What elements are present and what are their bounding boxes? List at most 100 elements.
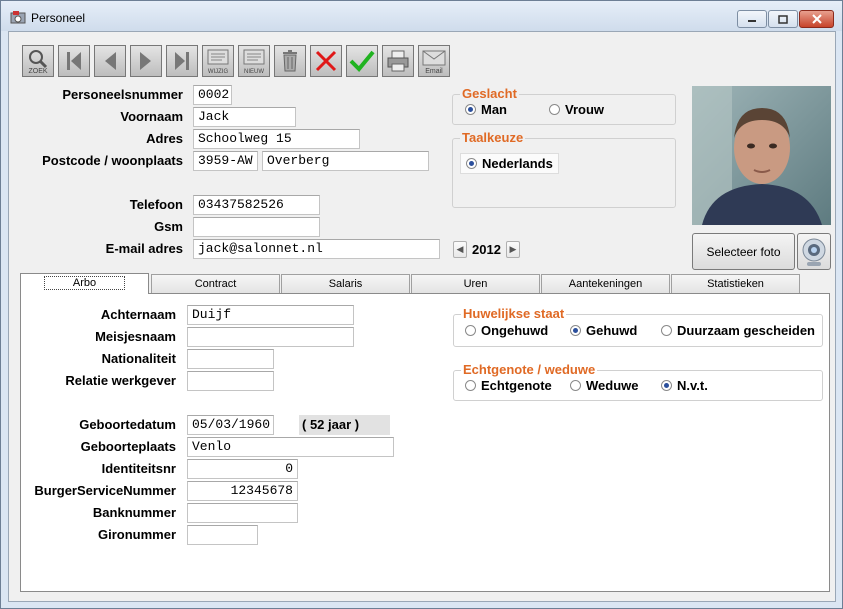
adres-label: Adres: [146, 131, 183, 146]
maximize-icon: [778, 14, 788, 24]
personeel-window: Personeel ZOEK WIJZIG NIEUW Email Person…: [0, 0, 843, 609]
wijzig-label: WIJZIG: [208, 69, 229, 75]
new-button[interactable]: NIEUW: [238, 45, 270, 77]
radio-ongehuwd-label: Ongehuwd: [481, 323, 549, 338]
client-area: ZOEK WIJZIG NIEUW Email Personeelsnummer…: [8, 31, 836, 602]
first-record-button[interactable]: [58, 45, 90, 77]
last-icon: [175, 52, 189, 70]
tab-arbo[interactable]: Arbo: [20, 273, 149, 294]
geboorteplaats-label: Geboorteplaats: [80, 439, 176, 454]
radio-man[interactable]: Man: [465, 102, 507, 117]
gironummer-label: Gironummer: [97, 527, 176, 542]
previous-record-button[interactable]: [94, 45, 126, 77]
radio-dot: [549, 104, 560, 115]
woonplaats-field[interactable]: Overberg: [262, 151, 429, 171]
checkmark-icon: [349, 50, 375, 72]
identiteitsnr-label: Identiteitsnr: [101, 461, 176, 476]
cancel-button[interactable]: [310, 45, 342, 77]
geslacht-title: Geslacht: [460, 86, 519, 101]
tab-arbo-label: Arbo: [43, 276, 126, 290]
year-next-button[interactable]: ▶: [506, 241, 520, 258]
radio-dot: [661, 380, 672, 391]
tab-statistieken[interactable]: Statistieken: [671, 274, 800, 293]
nationaliteit-label: Nationaliteit: [101, 351, 176, 366]
radio-gehuwd[interactable]: Gehuwd: [570, 323, 637, 338]
email-button[interactable]: Email: [418, 45, 450, 77]
new-icon: NIEUW: [243, 49, 265, 75]
email-field[interactable]: jack@salonnet.nl: [193, 239, 440, 259]
geboorteplaats-field[interactable]: Venlo: [187, 437, 394, 457]
radio-echtgenote-label: Echtgenote: [481, 378, 552, 393]
personeelsnummer-field[interactable]: 0002: [193, 85, 232, 105]
tab-contract[interactable]: Contract: [151, 274, 280, 293]
radio-nederlands[interactable]: Nederlands: [460, 153, 559, 174]
edit-icon: WIJZIG: [207, 49, 229, 75]
gsm-field[interactable]: [193, 217, 320, 237]
radio-nvt-label: N.v.t.: [677, 378, 708, 393]
last-record-button[interactable]: [166, 45, 198, 77]
banknummer-label: Banknummer: [92, 505, 176, 520]
maximize-button[interactable]: [768, 10, 798, 28]
meisjesnaam-label: Meisjesnaam: [95, 329, 176, 344]
confirm-button[interactable]: [346, 45, 378, 77]
radio-dot: [570, 325, 581, 336]
postcode-label: Postcode / woonplaats: [42, 153, 183, 168]
gironummer-field[interactable]: [187, 525, 258, 545]
search-icon: ZOEK: [28, 50, 48, 75]
radio-echtgenote[interactable]: Echtgenote: [465, 378, 552, 393]
radio-duurzaam-gescheiden[interactable]: Duurzaam gescheiden: [661, 323, 815, 338]
voornaam-field[interactable]: Jack: [193, 107, 296, 127]
year-prev-button[interactable]: ◀: [453, 241, 467, 258]
relatie-werkgever-field[interactable]: [187, 371, 274, 391]
first-icon: [67, 52, 81, 70]
next-record-button[interactable]: [130, 45, 162, 77]
identiteitsnr-field[interactable]: 0: [187, 459, 298, 479]
radio-dot: [465, 380, 476, 391]
next-icon: [140, 52, 151, 70]
tab-salaris[interactable]: Salaris: [281, 274, 410, 293]
achternaam-field[interactable]: Duijf: [187, 305, 354, 325]
radio-duurzaam-label: Duurzaam gescheiden: [677, 323, 815, 338]
nieuw-label: NIEUW: [244, 69, 264, 75]
radio-weduwe-label: Weduwe: [586, 378, 639, 393]
delete-button[interactable]: [274, 45, 306, 77]
tab-uren[interactable]: Uren: [411, 274, 540, 293]
radio-weduwe[interactable]: Weduwe: [570, 378, 639, 393]
radio-nvt[interactable]: N.v.t.: [661, 378, 708, 393]
app-icon: [10, 11, 26, 24]
employee-photo: [692, 86, 831, 225]
radio-dot: [465, 325, 476, 336]
search-button[interactable]: ZOEK: [22, 45, 54, 77]
adres-field[interactable]: Schoolweg 15: [193, 129, 360, 149]
webcam-icon: [802, 238, 826, 266]
radio-dot: [661, 325, 672, 336]
bsn-label: BurgerServiceNummer: [34, 483, 176, 498]
select-photo-button[interactable]: Selecteer foto: [692, 233, 795, 270]
telefoon-field[interactable]: 03437582526: [193, 195, 320, 215]
bsn-field[interactable]: 12345678: [187, 481, 298, 501]
title-bar: Personeel: [1, 1, 842, 31]
personeelsnummer-label: Personeelsnummer: [62, 87, 183, 102]
window-title: Personeel: [31, 11, 86, 25]
geboortedatum-field[interactable]: 05/03/1960: [187, 415, 274, 435]
minimize-button[interactable]: [737, 10, 767, 28]
webcam-button[interactable]: [797, 233, 831, 270]
print-button[interactable]: [382, 45, 414, 77]
geboortedatum-label: Geboortedatum: [79, 417, 176, 432]
close-icon: [811, 14, 822, 24]
envelope-icon: Email: [422, 50, 446, 75]
radio-vrouw[interactable]: Vrouw: [549, 102, 604, 117]
nationaliteit-field[interactable]: [187, 349, 274, 369]
meisjesnaam-field[interactable]: [187, 327, 354, 347]
edit-button[interactable]: WIJZIG: [202, 45, 234, 77]
relatie-werkgever-label: Relatie werkgever: [65, 373, 176, 388]
postcode-field[interactable]: 3959-AW: [193, 151, 258, 171]
chevron-left-icon: ◀: [456, 244, 464, 254]
banknummer-field[interactable]: [187, 503, 298, 523]
tab-aantekeningen[interactable]: Aantekeningen: [541, 274, 670, 293]
radio-ongehuwd[interactable]: Ongehuwd: [465, 323, 548, 338]
trash-icon: [283, 50, 297, 72]
gsm-label: Gsm: [154, 219, 183, 234]
close-button[interactable]: [799, 10, 834, 28]
radio-dot: [570, 380, 581, 391]
